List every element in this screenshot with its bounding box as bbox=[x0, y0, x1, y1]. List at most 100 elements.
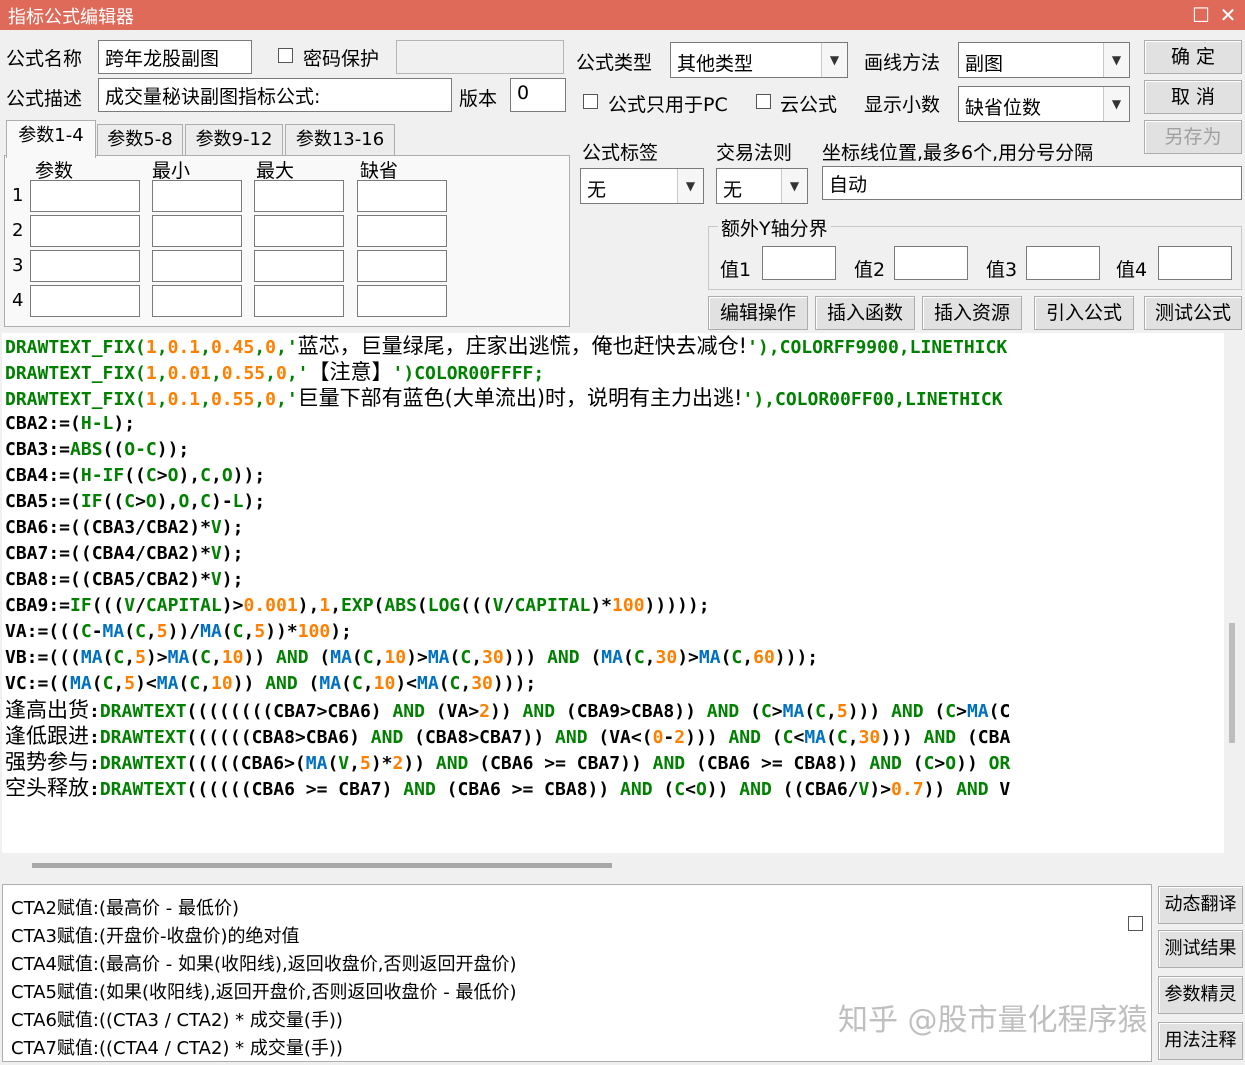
tab-params-13-16[interactable]: 参数13-16 bbox=[285, 124, 395, 156]
code-token: : bbox=[89, 779, 100, 800]
code-line[interactable]: CBA2:=(H-L); bbox=[5, 411, 1224, 437]
code-token: C bbox=[362, 647, 374, 668]
param-min-input[interactable] bbox=[152, 285, 242, 317]
tab-params-5-8[interactable]: 参数5-8 bbox=[97, 124, 183, 156]
code-token: MA bbox=[319, 673, 342, 694]
code-token: V bbox=[338, 753, 350, 774]
formula-tag-select[interactable]: 无 ▼ bbox=[580, 168, 704, 204]
code-line[interactable]: 逢高出货:DRAWTEXT((((((((CBA7>CBA6) AND (VA>… bbox=[5, 697, 1224, 723]
test-result-button[interactable]: 测试结果 bbox=[1158, 930, 1243, 968]
param-default-input[interactable] bbox=[357, 250, 447, 282]
code-line[interactable]: VA:=(((C-MA(C,5))/MA(C,5))*100); bbox=[5, 619, 1224, 645]
vertical-scrollbar[interactable] bbox=[1224, 333, 1242, 853]
formula-desc-input[interactable]: 成交量秘诀副图指标公式: bbox=[98, 78, 452, 112]
formula-type-select[interactable]: 其他类型 ▼ bbox=[670, 42, 848, 78]
formula-name-input[interactable]: 跨年龙股副图 bbox=[98, 40, 252, 74]
code-line[interactable]: VC:=((MA(C,5)<MA(C,10)) AND (MA(C,10)<MA… bbox=[5, 671, 1224, 697]
insert-function-button[interactable]: 插入函数 bbox=[815, 296, 915, 330]
pc-only-checkbox[interactable] bbox=[583, 94, 598, 109]
tab-params-9-12[interactable]: 参数9-12 bbox=[185, 124, 283, 156]
param-default-input[interactable] bbox=[357, 180, 447, 212]
code-token: , bbox=[210, 647, 222, 668]
horizontal-scrollbar[interactable] bbox=[2, 853, 1224, 879]
cloud-checkbox[interactable] bbox=[756, 94, 771, 109]
code-line[interactable]: CBA7:=((CBA4/CBA2)*V); bbox=[5, 541, 1224, 567]
insert-resource-button[interactable]: 插入资源 bbox=[922, 296, 1022, 330]
code-token: AND bbox=[706, 701, 740, 722]
y-value-1-input[interactable] bbox=[762, 246, 836, 280]
param-max-input[interactable] bbox=[254, 180, 344, 212]
code-token: > bbox=[956, 701, 967, 722]
ok-button[interactable]: 确 定 bbox=[1144, 40, 1242, 74]
code-token: ( bbox=[622, 647, 634, 668]
usage-notes-button[interactable]: 用法注释 bbox=[1158, 1022, 1243, 1060]
vertical-scroll-thumb[interactable] bbox=[1229, 623, 1235, 743]
code-line[interactable]: 空头释放:DRAWTEXT((((((CBA6 >= CBA7) AND (CB… bbox=[5, 775, 1224, 801]
trade-rule-select[interactable]: 无 ▼ bbox=[716, 168, 808, 204]
code-token: AND bbox=[522, 701, 556, 722]
horizontal-scroll-thumb[interactable] bbox=[32, 863, 612, 868]
code-token: , bbox=[265, 363, 276, 384]
code-line[interactable]: CBA3:=ABS((O-C)); bbox=[5, 437, 1224, 463]
param-default-input[interactable] bbox=[357, 215, 447, 247]
code-token: ABS bbox=[384, 595, 417, 616]
code-token: DRAWTEXT_FIX( bbox=[5, 337, 146, 358]
param-max-input[interactable] bbox=[254, 215, 344, 247]
code-token: H-L bbox=[80, 413, 114, 434]
code-token: 巨量下部有蓝色(大单流出)时，说明有主力出逃! bbox=[297, 386, 743, 410]
param-name-input[interactable] bbox=[30, 285, 140, 317]
code-line[interactable]: DRAWTEXT_FIX(1,0.1,0.55,0,'巨量下部有蓝色(大单流出)… bbox=[5, 385, 1224, 411]
code-token: 0 bbox=[265, 389, 276, 410]
code-line[interactable]: 逢低跟进:DRAWTEXT((((((CBA8>CBA6) AND (CBA8>… bbox=[5, 723, 1224, 749]
code-line[interactable]: 强势参与:DRAWTEXT(((((CBA6>(MA(V,5)*2)) AND … bbox=[5, 749, 1224, 775]
tab-params-1-4[interactable]: 参数1-4 bbox=[6, 120, 96, 158]
code-token: AND bbox=[923, 727, 957, 748]
password-checkbox[interactable] bbox=[278, 48, 293, 63]
param-default-input[interactable] bbox=[357, 285, 447, 317]
param-min-input[interactable] bbox=[152, 250, 242, 282]
code-line[interactable]: VB:=(((MA(C,5)>MA(C,10)) AND (MA(C,10)>M… bbox=[5, 645, 1224, 671]
version-input[interactable]: 0 bbox=[510, 78, 566, 112]
dynamic-translate-button[interactable]: 动态翻译 bbox=[1158, 886, 1243, 924]
edit-operation-button[interactable]: 编辑操作 bbox=[708, 296, 808, 330]
code-line[interactable]: DRAWTEXT_FIX(1,0.01,0.55,0,'【注意】')COLOR0… bbox=[5, 359, 1224, 385]
param-wizard-button[interactable]: 参数精灵 bbox=[1158, 976, 1243, 1014]
code-token: (((((CBA6>( bbox=[186, 753, 306, 774]
y-value-2-input[interactable] bbox=[894, 246, 968, 280]
code-token: C bbox=[145, 465, 157, 486]
code-token: O bbox=[178, 491, 190, 512]
maximize-icon[interactable]: ☐ bbox=[1188, 2, 1214, 28]
import-formula-button[interactable]: 引入公式 bbox=[1034, 296, 1134, 330]
code-token: C bbox=[189, 673, 201, 694]
close-icon[interactable]: ✕ bbox=[1215, 2, 1241, 28]
code-line[interactable]: CBA9:=IF(((V/CAPITAL)>0.001),1,EXP(ABS(L… bbox=[5, 593, 1224, 619]
param-name-input[interactable] bbox=[30, 215, 140, 247]
code-line[interactable]: CBA4:=(H-IF((C>O),C,O)); bbox=[5, 463, 1224, 489]
param-min-input[interactable] bbox=[152, 215, 242, 247]
decimal-select[interactable]: 缺省位数 ▼ bbox=[958, 86, 1130, 122]
code-token: (C bbox=[988, 701, 1011, 722]
y-value-3-input[interactable] bbox=[1026, 246, 1100, 280]
code-line[interactable]: CBA8:=((CBA5/CBA2)*V); bbox=[5, 567, 1224, 593]
code-token: AND bbox=[547, 647, 580, 668]
code-token: CBA9:= bbox=[5, 595, 71, 616]
coord-line-input[interactable]: 自动 bbox=[822, 166, 1242, 200]
code-editor[interactable]: DRAWTEXT_FIX(1,0.1,0.45,0,'蓝芯，巨量绿尾，庄家出逃慌… bbox=[2, 333, 1224, 853]
code-line[interactable]: DRAWTEXT_FIX(1,0.1,0.45,0,'蓝芯，巨量绿尾，庄家出逃慌… bbox=[5, 333, 1224, 359]
explanation-checkbox[interactable] bbox=[1128, 916, 1143, 931]
param-min-input[interactable] bbox=[152, 180, 242, 212]
param-name-input[interactable] bbox=[30, 250, 140, 282]
test-formula-button[interactable]: 测试公式 bbox=[1144, 296, 1242, 330]
y-value-4-input[interactable] bbox=[1158, 246, 1232, 280]
param-name-input[interactable] bbox=[30, 180, 140, 212]
cancel-button[interactable]: 取 消 bbox=[1144, 80, 1242, 114]
code-line[interactable]: CBA5:=(IF((C>O),O,C)-L); bbox=[5, 489, 1224, 515]
code-token: MA bbox=[70, 673, 92, 694]
default-header: 缺省 bbox=[360, 160, 399, 182]
code-token: ), bbox=[156, 491, 179, 512]
code-line[interactable]: CBA6:=((CBA3/CBA2)*V); bbox=[5, 515, 1224, 541]
param-max-input[interactable] bbox=[254, 250, 344, 282]
draw-method-select[interactable]: 副图 ▼ bbox=[958, 42, 1130, 78]
param-max-input[interactable] bbox=[254, 285, 344, 317]
trade-rule-value: 无 bbox=[723, 179, 743, 201]
